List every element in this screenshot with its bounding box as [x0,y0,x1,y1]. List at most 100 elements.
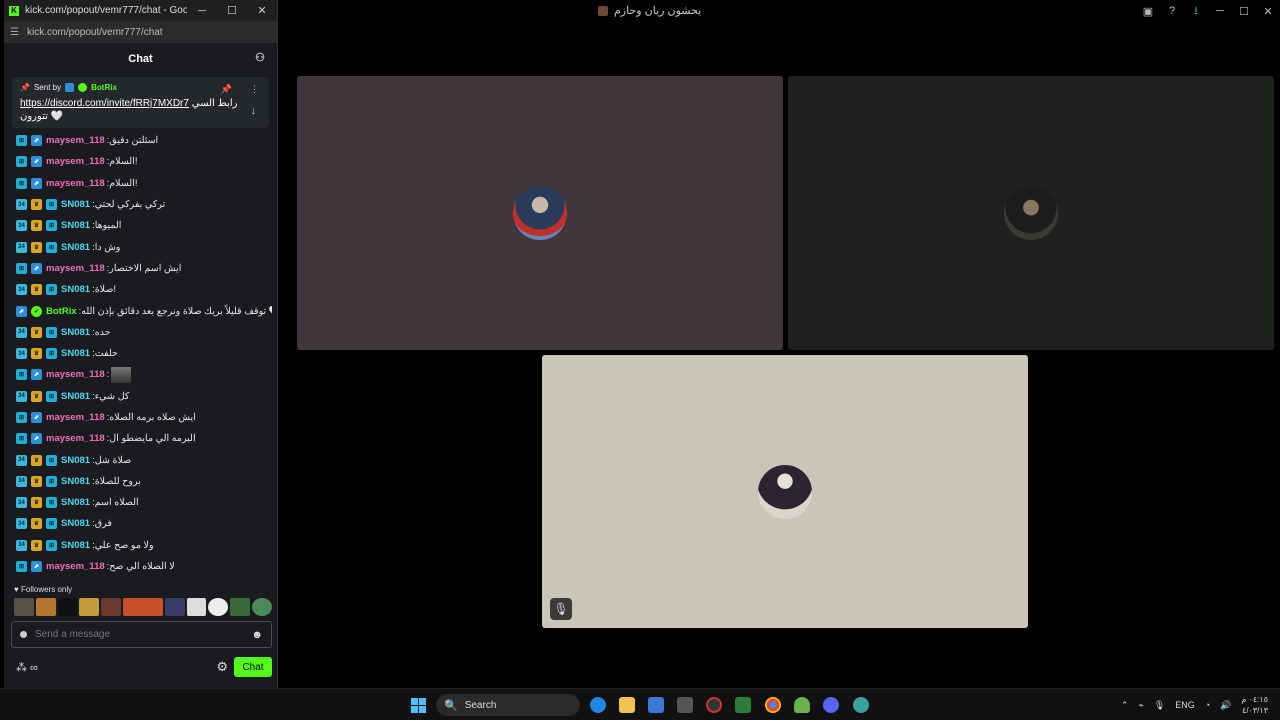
bg-maximize-button[interactable]: ☐ [1232,0,1256,22]
app-icon[interactable] [794,697,810,713]
chat-text: وش دا [94,241,121,253]
chat-message: 34 ♛ ⊞ SN081: ولا مو صح علي [16,535,272,556]
video-tile-2[interactable] [788,76,1274,350]
subscriber-badge-icon: ⊞ [46,220,57,232]
app-icon[interactable] [706,697,722,713]
video-tile-3[interactable]: 🎙 [542,355,1028,628]
chat-username[interactable]: SN081 [61,540,90,551]
close-button[interactable]: ✕ [247,4,277,17]
help-icon[interactable]: ? [1160,0,1184,22]
chat-text: اسئلتن دقيق [109,135,159,147]
chat-message: 34 ♛ ⊞ SN081: كل شيء [16,386,272,407]
chat-username[interactable]: SN081 [61,242,90,253]
download-icon[interactable]: ⭳ [1184,0,1208,22]
emote[interactable] [57,598,78,616]
points-icon[interactable]: ⁂ ∞ [16,661,38,674]
chat-username[interactable]: maysem_118 [46,178,105,189]
emote[interactable] [208,598,229,616]
emote[interactable] [164,598,185,616]
chat-username[interactable]: maysem_118 [46,156,105,167]
video-tile-1[interactable] [297,76,783,350]
clock[interactable]: ٠٤:١٥ م ٤/٠٣/١٣ [1241,694,1268,716]
crown-badge-icon: ♛ [31,199,42,211]
tray-chevron-icon[interactable]: ⌃ [1121,700,1129,711]
chat-username[interactable]: maysem_118 [46,135,105,146]
chat-username[interactable]: SN081 [61,220,90,231]
settings-gear-icon[interactable]: ⚙ [216,659,228,675]
emote[interactable] [79,598,100,616]
network-icon[interactable]: ⌁ [1138,700,1143,711]
minimize-button[interactable]: ─ [187,5,217,17]
more-options-icon[interactable]: ⋮ [250,84,259,95]
windows-start-icon[interactable] [411,698,426,713]
chat-message: 34 ♛ ⊞ SN081: الميوها [16,215,272,236]
chat-message: ⊞ ⬈ maysem_118: ايش اسم الاختصار [16,258,272,279]
chat-username[interactable]: SN081 [61,199,90,210]
pinned-text: https://discord.com/invite/fRRj7MXDr7 را… [20,97,240,123]
language-indicator[interactable]: ENG [1175,700,1195,710]
site-settings-icon[interactable]: ☰ [10,27,19,38]
subscriber-badge-icon: ⊞ [16,369,27,381]
message-input[interactable] [35,629,252,640]
bg-close-button[interactable]: ✕ [1256,0,1280,22]
search-icon: 🔍 [444,699,458,712]
chat-username[interactable]: SN081 [61,327,90,338]
chat-username[interactable]: SN081 [61,455,90,466]
emote[interactable] [186,598,207,616]
chat-username[interactable]: maysem_118 [46,412,105,423]
chrome-titlebar: K kick.com/popout/vemr777/chat - Google … [4,0,277,21]
chat-username[interactable]: maysem_118 [46,433,105,444]
chat-username[interactable]: SN081 [61,348,90,359]
app-icon[interactable] [735,697,751,713]
emoji-icon[interactable]: ☻ [251,629,263,641]
chat-username[interactable]: SN081 [61,476,90,487]
chat-username[interactable]: BotRix [46,306,77,317]
discord-icon[interactable] [823,697,839,713]
emote[interactable] [35,598,56,616]
emote[interactable] [123,598,163,616]
chat-message: ⊞ ⬈ maysem_118: البرمه الي مايضطو ال [16,428,272,449]
emote[interactable] [101,598,122,616]
expand-chevron-icon[interactable]: ↓ [251,105,257,117]
unpin-icon[interactable]: 📌 [221,84,232,95]
maximize-button[interactable]: ☐ [217,4,247,17]
chat-text: تركي بفركي لحتي [94,199,166,211]
emote[interactable] [230,598,251,616]
server-icon [598,5,608,16]
volume-icon[interactable]: 🔊 [1220,700,1231,711]
chat-username[interactable]: SN081 [61,391,90,402]
emote[interactable] [14,598,34,616]
users-icon[interactable]: ⚇ [255,51,265,64]
app-icon[interactable] [853,697,869,713]
chat-username[interactable]: SN081 [61,497,90,508]
bg-minimize-button[interactable]: ─ [1208,0,1232,22]
mic-icon[interactable]: 🎙 [1154,700,1165,711]
edge-icon[interactable] [590,697,606,713]
chat-username[interactable]: maysem_118 [46,369,105,380]
chat-message: ⊞ ⬈ maysem_118: السلام! [16,151,272,172]
emote[interactable] [252,598,272,616]
chat-message: ⊞ ⬈ maysem_118: [16,364,272,385]
app-icon[interactable] [677,697,693,713]
chat-username[interactable]: maysem_118 [46,263,105,274]
chat-username[interactable]: SN081 [61,518,90,529]
address-bar[interactable]: ☰ kick.com/popout/vemr777/chat [4,21,277,43]
pinned-link[interactable]: https://discord.com/invite/fRRj7MXDr7 [20,98,189,109]
message-input-box[interactable]: ☻ [11,621,272,648]
picture-in-picture-icon[interactable]: ▣ [1136,0,1160,22]
store-icon[interactable] [648,697,664,713]
chrome-icon[interactable] [765,697,781,713]
bot-badge-icon: ⬈ [31,433,42,445]
sub-months-badge-icon: 34 [16,390,27,402]
chat-username[interactable]: SN081 [61,284,90,295]
participant-avatar [758,465,812,519]
file-explorer-icon[interactable] [619,697,635,713]
participant-avatar [1004,186,1058,240]
wifi-icon[interactable]: ◔ [1205,700,1210,710]
taskbar-search[interactable]: 🔍 Search [436,694,580,716]
chat-message: ⊞ ⬈ maysem_118: اسئلتن دقيق [16,130,272,151]
send-chat-button[interactable]: Chat [234,657,272,677]
pinned-sender-name[interactable]: BotRix [91,83,117,92]
crown-badge-icon: ♛ [31,539,42,551]
chat-username[interactable]: maysem_118 [46,561,105,572]
